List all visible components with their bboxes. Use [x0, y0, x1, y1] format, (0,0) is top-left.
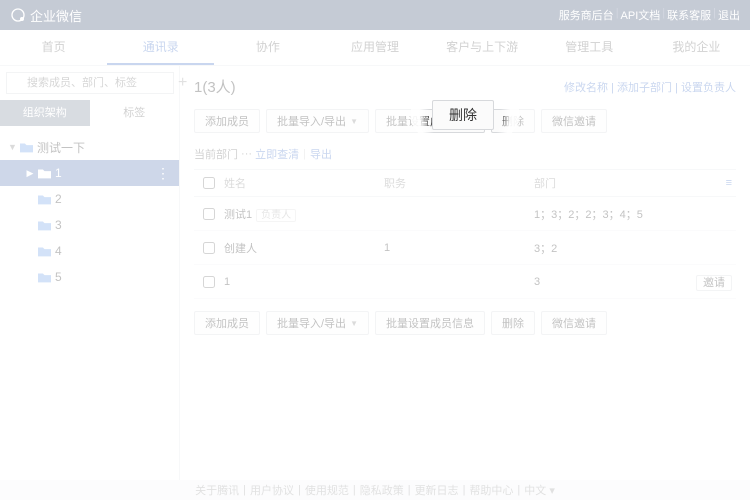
member-role: 1 [384, 242, 534, 254]
tab-tags[interactable]: 标签 [90, 100, 180, 126]
crumb-row: 当前部门 ··· 立即查清 | 导出 [194, 143, 736, 165]
owner-badge: 负责人 [256, 209, 296, 222]
delete-button-2[interactable]: 删除 [491, 311, 535, 335]
folder-icon [38, 168, 51, 179]
footer-help[interactable]: 帮助中心 [469, 482, 513, 498]
tree-label: 2 [55, 192, 62, 206]
search-wrap [6, 72, 174, 94]
row-check[interactable] [203, 242, 215, 254]
col-dept: 部门 [534, 175, 686, 191]
chevron-down-icon: ▼ [350, 319, 358, 328]
add-member-button-2[interactable]: 添加成员 [194, 311, 260, 335]
tree-root[interactable]: ▼ 测试一下 [0, 134, 179, 160]
chevron-down-icon: ▼ [350, 117, 358, 126]
nav-contacts[interactable]: 通讯录 [107, 30, 214, 65]
link-service[interactable]: 服务商后台 [559, 7, 614, 23]
crumb-prefix: 当前部门 [194, 146, 238, 162]
footer-tos[interactable]: 用户协议 [250, 482, 294, 498]
check-all[interactable] [203, 177, 215, 189]
nav-home[interactable]: 首页 [0, 30, 107, 65]
folder-icon [38, 272, 51, 283]
columns-settings-icon[interactable]: ≡ [726, 177, 732, 189]
wechat-work-icon [10, 7, 26, 23]
footer-changelog[interactable]: 更新日志 [415, 482, 459, 498]
tab-org[interactable]: 组织架构 [0, 100, 90, 126]
crumb-export[interactable]: 导出 [310, 146, 332, 162]
action-add-sub[interactable]: 添加子部门 [617, 82, 672, 94]
table-row[interactable]: 测试1 负责人 1；3；2；2；3；4；5 [194, 197, 736, 231]
tree-item-1[interactable]: ▶ 1 ⋮ [0, 160, 179, 186]
footer: 关于腾讯 | 用户协议 | 使用规范 | 隐私政策 | 更新日志 | 帮助中心 … [0, 480, 750, 500]
link-logout[interactable]: 退出 [718, 7, 740, 23]
table-row[interactable]: 1 3 邀请 [194, 265, 736, 299]
link-api[interactable]: API文档 [621, 7, 661, 23]
tree-label: 3 [55, 218, 62, 232]
action-rename[interactable]: 修改名称 [564, 82, 608, 94]
spotlight-delete-button[interactable]: 删除 [432, 100, 494, 130]
tree-label: 5 [55, 270, 62, 284]
batch-io-button[interactable]: 批量导入/导出▼ [266, 109, 369, 133]
tree-root-label: 测试一下 [37, 139, 85, 156]
crumb-link[interactable]: 立即查清 [255, 146, 299, 162]
search-input[interactable] [6, 72, 174, 94]
footer-about[interactable]: 关于腾讯 [195, 482, 239, 498]
dept-title: 1(3人) [194, 76, 236, 97]
nav-company[interactable]: 我的企业 [643, 30, 750, 65]
table-row[interactable]: 创建人 1 3；2 [194, 231, 736, 265]
tree-item-5[interactable]: 5 [0, 264, 179, 290]
tree-item-2[interactable]: 2 [0, 186, 179, 212]
footer-lang[interactable]: 中文 ▾ [524, 482, 555, 498]
row-check[interactable] [203, 208, 215, 220]
table-head: 姓名 职务 部门 ≡ [194, 169, 736, 197]
tree-item-3[interactable]: 3 [0, 212, 179, 238]
caret-right-icon: ▶ [26, 168, 34, 179]
action-set-owner[interactable]: 设置负责人 [681, 82, 736, 94]
main-nav: 首页 通讯录 协作 应用管理 客户与上下游 管理工具 我的企业 [0, 30, 750, 66]
footer-usage[interactable]: 使用规范 [305, 482, 349, 498]
footer-privacy[interactable]: 隐私政策 [360, 482, 404, 498]
title-actions: 修改名称 | 添加子部门 | 设置负责人 [564, 79, 736, 95]
member-dept: 3；2 [534, 240, 686, 256]
member-dept: 3 [534, 276, 686, 288]
folder-icon [38, 246, 51, 257]
caret-down-icon: ▼ [8, 142, 16, 152]
app-logo: 企业微信 [10, 6, 82, 25]
invite-button[interactable]: 邀请 [696, 275, 732, 291]
tree-label: 1 [55, 166, 62, 180]
member-name: 创建人 [224, 240, 384, 256]
app-title: 企业微信 [30, 6, 82, 25]
link-support[interactable]: 联系客服 [667, 7, 711, 23]
add-member-button[interactable]: 添加成员 [194, 109, 260, 133]
toolbar-bottom: 添加成员 批量导入/导出▼ 批量设置成员信息 删除 微信邀请 [194, 311, 736, 335]
row-check[interactable] [203, 276, 215, 288]
topbar: 企业微信 服务商后台| API文档| 联系客服| 退出 [0, 0, 750, 30]
member-name: 测试1 [224, 209, 252, 221]
tree-item-4[interactable]: 4 [0, 238, 179, 264]
folder-icon [20, 142, 33, 153]
col-name: 姓名 [224, 175, 384, 191]
more-icon[interactable]: ⋮ [156, 165, 171, 182]
col-role: 职务 [384, 175, 534, 191]
member-dept: 1；3；2；2；3；4；5 [534, 206, 686, 222]
nav-tools[interactable]: 管理工具 [536, 30, 643, 65]
batch-set-button-2[interactable]: 批量设置成员信息 [375, 311, 485, 335]
folder-icon [38, 220, 51, 231]
wx-invite-button[interactable]: 微信邀请 [541, 109, 607, 133]
delete-button[interactable]: 删除 [491, 109, 535, 133]
org-tree: ▼ 测试一下 ▶ 1 ⋮ 2 3 [0, 126, 179, 290]
batch-io-button-2[interactable]: 批量导入/导出▼ [266, 311, 369, 335]
nav-collab[interactable]: 协作 [214, 30, 321, 65]
nav-customers[interactable]: 客户与上下游 [429, 30, 536, 65]
topbar-links: 服务商后台| API文档| 联系客服| 退出 [559, 7, 740, 23]
tree-label: 4 [55, 244, 62, 258]
nav-apps[interactable]: 应用管理 [321, 30, 428, 65]
wx-invite-button-2[interactable]: 微信邀请 [541, 311, 607, 335]
member-name: 1 [224, 276, 384, 288]
sidebar: + 组织架构 标签 ▼ 测试一下 ▶ 1 ⋮ 2 [0, 66, 180, 480]
folder-icon [38, 194, 51, 205]
member-table: 姓名 职务 部门 ≡ 测试1 负责人 1；3；2；2；3；4；5 创建人 1 3；… [194, 169, 736, 299]
